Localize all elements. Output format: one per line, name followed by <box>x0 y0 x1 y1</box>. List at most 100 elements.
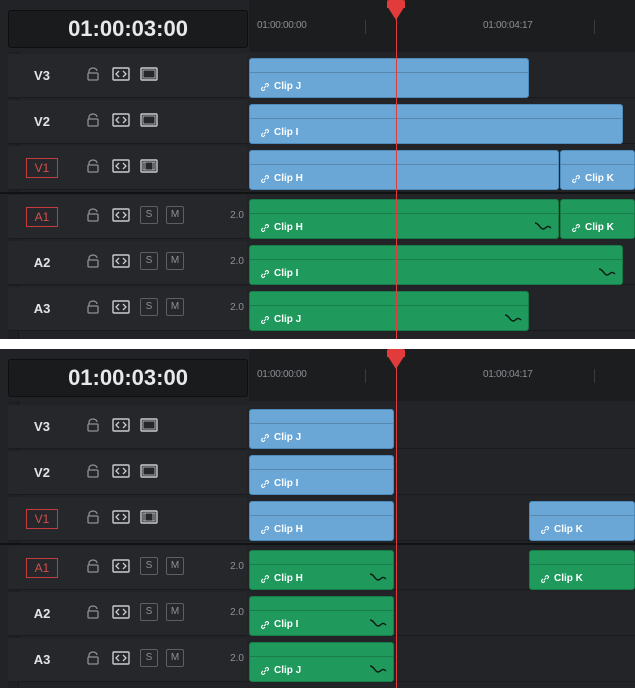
track-header-v3: V3 <box>8 54 247 98</box>
monitor-icon[interactable] <box>140 159 158 173</box>
auto-select-icon[interactable] <box>112 113 130 127</box>
timecode-display[interactable]: 01:00:03:00 <box>8 359 248 397</box>
monitor-icon[interactable] <box>140 67 158 81</box>
track-header-a1: A1 S M 2.0 <box>8 195 247 239</box>
clip-k-audio[interactable]: Clip K <box>529 550 635 590</box>
clip-h-video[interactable]: Clip H <box>249 501 394 541</box>
track-name-a1[interactable]: A1 <box>26 207 58 227</box>
solo-button[interactable]: S <box>140 557 158 575</box>
track-name-v1[interactable]: V1 <box>26 158 58 178</box>
solo-button[interactable]: S <box>140 252 158 270</box>
av-divider <box>0 192 635 194</box>
mute-button[interactable]: M <box>166 603 184 621</box>
lock-icon[interactable] <box>86 208 100 222</box>
ruler-tick <box>365 20 366 34</box>
auto-select-icon[interactable] <box>112 208 130 222</box>
solo-button[interactable]: S <box>140 649 158 667</box>
auto-select-icon[interactable] <box>112 510 130 524</box>
playhead-line[interactable] <box>396 8 397 339</box>
clip-label: Clip K <box>585 222 614 233</box>
clip-j-audio[interactable]: Clip J <box>249 642 394 682</box>
solo-button[interactable]: S <box>140 603 158 621</box>
mute-button[interactable]: M <box>166 298 184 316</box>
auto-select-icon[interactable] <box>112 605 130 619</box>
clip-k-video[interactable]: Clip K <box>560 150 635 190</box>
lock-icon[interactable] <box>86 300 100 314</box>
track-volume: 2.0 <box>230 561 244 572</box>
clip-i-audio[interactable]: Clip I <box>249 596 394 636</box>
link-icon <box>261 666 269 675</box>
clip-h-audio[interactable]: Clip H <box>249 199 559 239</box>
auto-select-icon[interactable] <box>112 300 130 314</box>
lock-icon[interactable] <box>86 418 100 432</box>
monitor-icon[interactable] <box>140 464 158 478</box>
track-name-a1[interactable]: A1 <box>26 558 58 578</box>
monitor-icon[interactable] <box>140 510 158 524</box>
clip-i-audio[interactable]: Clip I <box>249 245 623 285</box>
track-volume: 2.0 <box>230 302 244 313</box>
track-name-v2[interactable]: V2 <box>26 112 58 132</box>
link-icon <box>261 223 269 232</box>
track-name-v3[interactable]: V3 <box>26 66 58 86</box>
mute-button[interactable]: M <box>166 252 184 270</box>
clip-j-audio[interactable]: Clip J <box>249 291 529 331</box>
track-name-a3[interactable]: A3 <box>26 650 58 670</box>
clip-i-video[interactable]: Clip I <box>249 104 623 144</box>
track-volume: 2.0 <box>230 210 244 221</box>
auto-select-icon[interactable] <box>112 159 130 173</box>
lock-icon[interactable] <box>86 651 100 665</box>
lock-icon[interactable] <box>86 159 100 173</box>
lock-icon[interactable] <box>86 510 100 524</box>
lock-icon[interactable] <box>86 67 100 81</box>
fade-curve-icon <box>369 665 387 673</box>
clip-i-video[interactable]: Clip I <box>249 455 394 495</box>
solo-button[interactable]: S <box>140 206 158 224</box>
link-icon <box>261 620 269 629</box>
clip-j-video[interactable]: Clip J <box>249 58 529 98</box>
clip-h-audio[interactable]: Clip H <box>249 550 394 590</box>
timeline-ruler[interactable]: 01:00:00:00 01:00:04:17 <box>249 349 635 401</box>
timeline-ruler[interactable]: 01:00:00:00 01:00:04:17 <box>249 0 635 52</box>
mute-button[interactable]: M <box>166 206 184 224</box>
solo-button[interactable]: S <box>140 298 158 316</box>
ruler-label-start: 01:00:00:00 <box>257 20 307 31</box>
auto-select-icon[interactable] <box>112 418 130 432</box>
track-name-a2[interactable]: A2 <box>26 253 58 273</box>
mute-button[interactable]: M <box>166 557 184 575</box>
lock-icon[interactable] <box>86 605 100 619</box>
link-icon <box>541 525 549 534</box>
clip-h-video[interactable]: Clip H <box>249 150 559 190</box>
lock-icon[interactable] <box>86 113 100 127</box>
ruler-label-mid: 01:00:04:17 <box>483 20 533 31</box>
auto-select-icon[interactable] <box>112 254 130 268</box>
track-name-a3[interactable]: A3 <box>26 299 58 319</box>
fade-curve-icon <box>534 222 552 230</box>
playhead-line[interactable] <box>396 357 397 688</box>
lock-icon[interactable] <box>86 559 100 573</box>
track-name-a2[interactable]: A2 <box>26 604 58 624</box>
auto-select-icon[interactable] <box>112 559 130 573</box>
track-name-v1[interactable]: V1 <box>26 509 58 529</box>
clip-label: Clip H <box>274 173 303 184</box>
track-header-a3: A3 S M 2.0 <box>8 287 247 331</box>
monitor-icon[interactable] <box>140 418 158 432</box>
lock-icon[interactable] <box>86 464 100 478</box>
track-name-v2[interactable]: V2 <box>26 463 58 483</box>
mute-button[interactable]: M <box>166 649 184 667</box>
auto-select-icon[interactable] <box>112 464 130 478</box>
link-icon <box>261 269 269 278</box>
track-header-a1: A1 S M 2.0 <box>8 546 247 590</box>
auto-select-icon[interactable] <box>112 67 130 81</box>
track-header-a2: A2 S M 2.0 <box>8 592 247 636</box>
clip-k-audio[interactable]: Clip K <box>560 199 635 239</box>
track-name-v3[interactable]: V3 <box>26 417 58 437</box>
track-header-v3: V3 <box>8 405 247 449</box>
timecode-display[interactable]: 01:00:03:00 <box>8 10 248 48</box>
auto-select-icon[interactable] <box>112 651 130 665</box>
clip-label: Clip I <box>274 127 299 138</box>
clip-j-video[interactable]: Clip J <box>249 409 394 449</box>
monitor-icon[interactable] <box>140 113 158 127</box>
timeline-panel-before: 01:00:03:00 01:00:00:00 01:00:04:17 V3 V… <box>0 0 635 339</box>
lock-icon[interactable] <box>86 254 100 268</box>
clip-k-video[interactable]: Clip K <box>529 501 635 541</box>
